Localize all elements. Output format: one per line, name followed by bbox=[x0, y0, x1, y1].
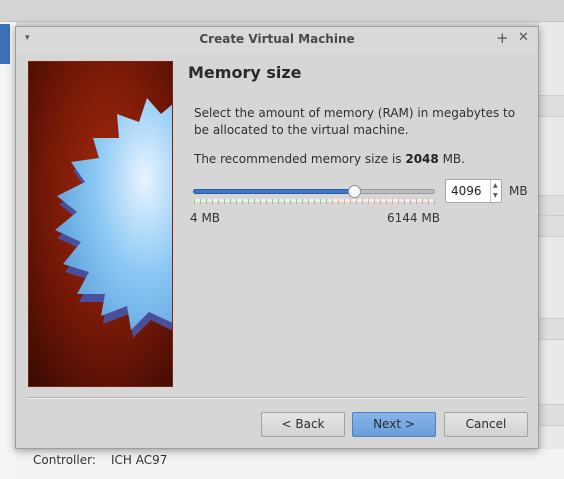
parent-section-header bbox=[538, 404, 564, 426]
slider-max-label: 6144 MB bbox=[387, 211, 440, 225]
parent-selected-item-highlight bbox=[0, 24, 10, 64]
recommended-memory-text: The recommended memory size is 2048 MB. bbox=[194, 152, 465, 166]
back-button[interactable]: < Back bbox=[261, 412, 345, 437]
parent-window-sidebar bbox=[0, 22, 16, 479]
slider-fill bbox=[193, 189, 354, 194]
memory-spinbox[interactable]: 4096 ▲ ▼ bbox=[445, 179, 502, 203]
parent-section-header bbox=[538, 215, 564, 237]
dialog-title: Create Virtual Machine bbox=[199, 32, 355, 46]
recommend-prefix: The recommended memory size is bbox=[194, 152, 406, 166]
button-separator bbox=[28, 397, 526, 399]
page-heading: Memory size bbox=[188, 63, 302, 82]
slider-min-label: 4 MB bbox=[190, 211, 221, 225]
create-vm-dialog: ▾ Create Virtual Machine + ✕ Memory size… bbox=[15, 26, 539, 449]
memory-slider[interactable] bbox=[193, 182, 437, 208]
controller-value: ICH AC97 bbox=[111, 453, 168, 467]
spin-down-icon[interactable]: ▼ bbox=[493, 193, 498, 199]
parent-section-header bbox=[538, 95, 564, 117]
parent-section-header bbox=[538, 318, 564, 340]
recommend-value: 2048 bbox=[405, 152, 439, 166]
wizard-side-image bbox=[28, 61, 173, 387]
spin-up-icon[interactable]: ▲ bbox=[493, 183, 498, 189]
memory-unit-label: MB bbox=[509, 184, 528, 198]
close-icon[interactable]: ✕ bbox=[518, 30, 529, 45]
dialog-titlebar[interactable]: ▾ Create Virtual Machine + ✕ bbox=[16, 27, 538, 52]
controller-label: Controller: bbox=[33, 453, 96, 467]
slider-handle[interactable] bbox=[348, 185, 361, 198]
parent-controller-row: Controller: ICH AC97 bbox=[33, 453, 167, 467]
page-description: Select the amount of memory (RAM) in meg… bbox=[194, 106, 516, 137]
next-button[interactable]: Next > bbox=[352, 412, 436, 437]
recommend-suffix: MB. bbox=[438, 152, 465, 166]
cancel-button[interactable]: Cancel bbox=[444, 412, 528, 437]
memory-value-input[interactable]: 4096 bbox=[451, 184, 482, 198]
slider-ticks bbox=[193, 199, 435, 205]
spin-buttons: ▲ ▼ bbox=[490, 180, 501, 202]
maximize-icon[interactable]: + bbox=[496, 29, 509, 47]
parent-window-toolbar bbox=[0, 0, 564, 22]
parent-section-header bbox=[538, 195, 564, 217]
